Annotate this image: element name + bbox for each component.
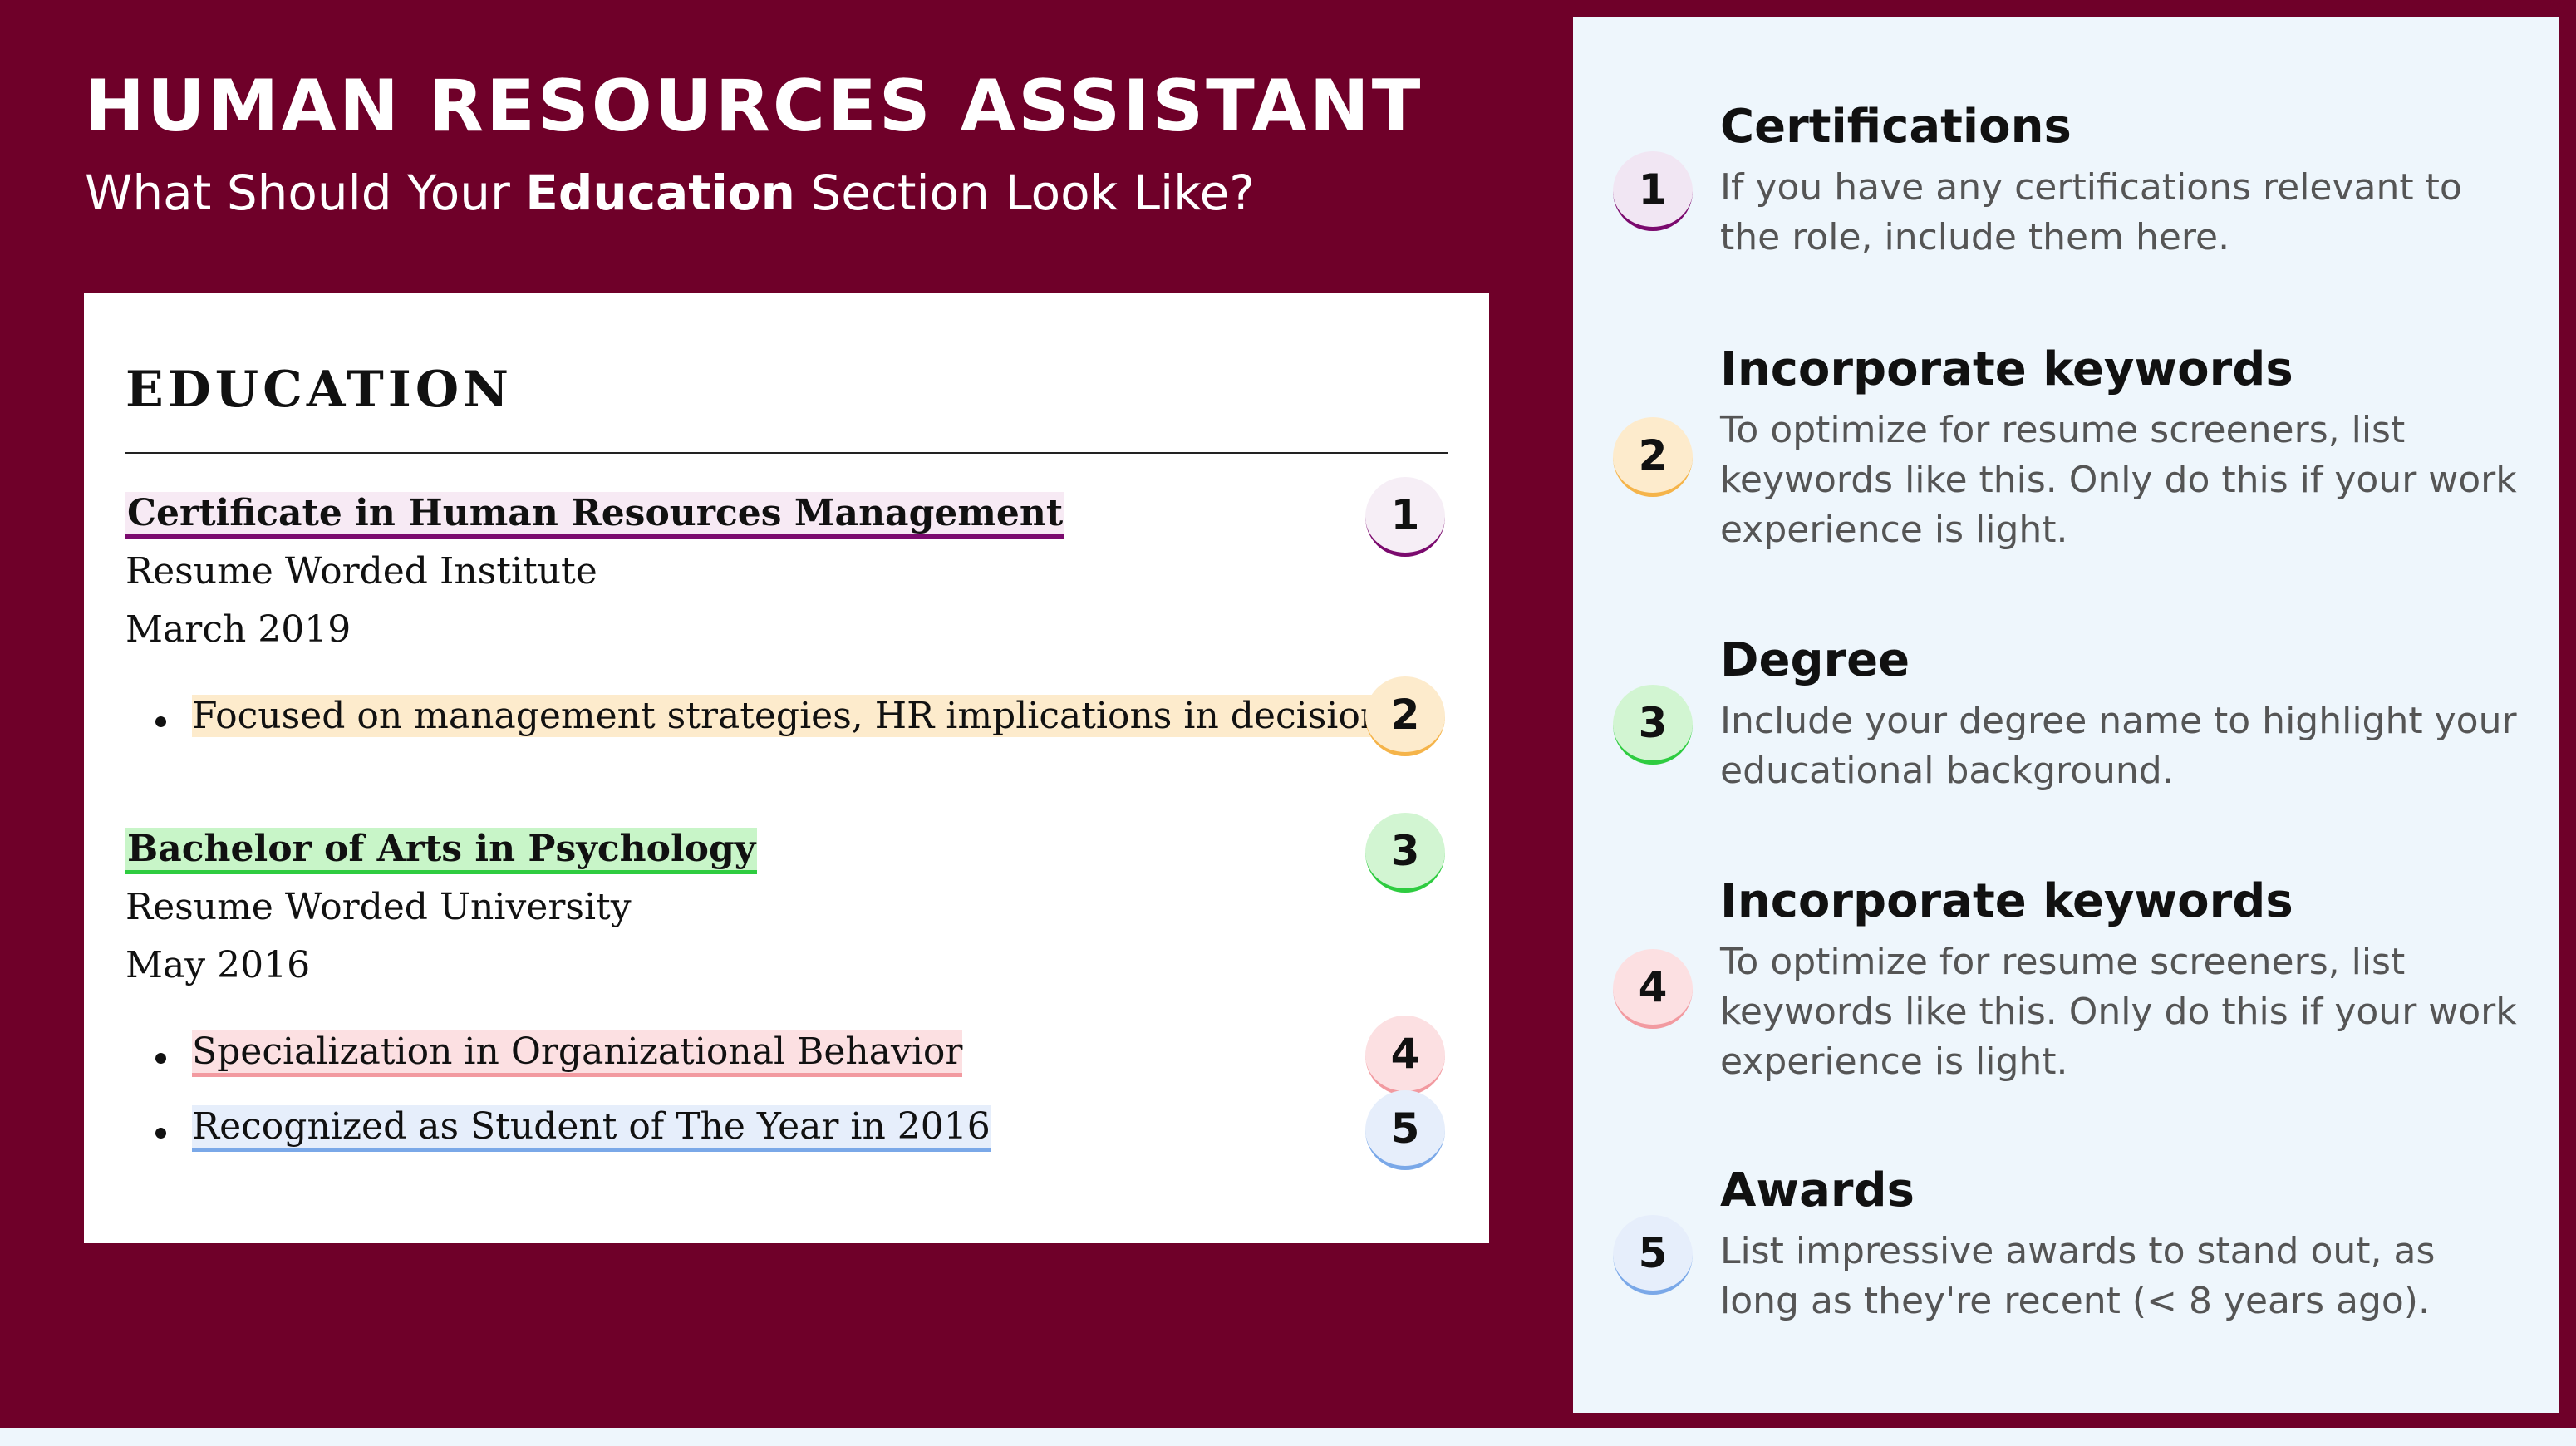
degree-2-text: Bachelor of Arts in Psychology [125,828,758,874]
marker-5: 5 [1365,1090,1445,1170]
marker-2: 2 [1365,676,1445,756]
subtitle-prefix: What Should Your [85,165,526,221]
tip-description: To optimize for resume screeners, list k… [1720,941,2517,1083]
tip-number-2: 2 [1613,417,1693,497]
bullet-dot [155,1053,166,1064]
school-1: Resume Worded Institute [125,550,597,593]
marker-3: 3 [1365,813,1445,893]
marker-1: 1 [1365,477,1445,557]
heading-divider [125,452,1448,454]
degree-2: Bachelor of Arts in Psychology [125,828,758,874]
tip-title: Degree [1720,633,1910,687]
bullet-1-1-text: Focused on management strategies, HR imp… [192,695,1422,737]
bullet-2-2: Recognized as Student of The Year in 201… [192,1105,991,1152]
degree-1: Certificate in Human Resources Managemen… [125,492,1065,539]
page-subtitle: What Should Your Education Section Look … [85,165,1255,221]
bullet-dot [155,1128,166,1139]
tip-number-5: 5 [1613,1215,1693,1295]
school-2: Resume Worded University [125,886,632,928]
bullet-dot [155,716,166,727]
subtitle-suffix: Section Look Like? [794,165,1256,221]
tip-title: Incorporate keywords [1720,874,2293,928]
tips-panel: 1 Certifications If you have any certifi… [1573,17,2559,1413]
degree-1-text: Certificate in Human Resources Managemen… [125,492,1065,539]
tip-description: List impressive awards to stand out, as … [1720,1230,2436,1322]
bullet-2-1: Specialization in Organizational Behavio… [192,1030,963,1077]
bullet-1-1: Focused on management strategies, HR imp… [192,695,1422,737]
tip-title: Incorporate keywords [1720,342,2293,396]
bullet-2-1-text: Specialization in Organizational Behavio… [192,1030,963,1077]
tip-title: Certifications [1720,100,2072,154]
date-2: May 2016 [125,944,311,986]
tip-description: To optimize for resume screeners, list k… [1720,409,2517,551]
resume-education-card: EDUCATION Certificate in Human Resources… [84,293,1489,1243]
tip-description: Include your degree name to highlight yo… [1720,700,2517,792]
tip-title: Awards [1720,1163,1915,1217]
tip-number-4: 4 [1613,949,1693,1029]
bullet-2-2-text: Recognized as Student of The Year in 201… [192,1105,991,1152]
tip-description: If you have any certifications relevant … [1720,166,2462,258]
education-heading: EDUCATION [125,361,513,419]
page-title: HUMAN RESOURCES ASSISTANT [85,65,1423,148]
tip-number-1: 1 [1613,151,1693,231]
tip-number-3: 3 [1613,685,1693,765]
subtitle-emphasis: Education [525,165,795,221]
bottom-strip [0,1428,2576,1446]
date-1: March 2019 [125,608,351,651]
marker-4: 4 [1365,1016,1445,1095]
